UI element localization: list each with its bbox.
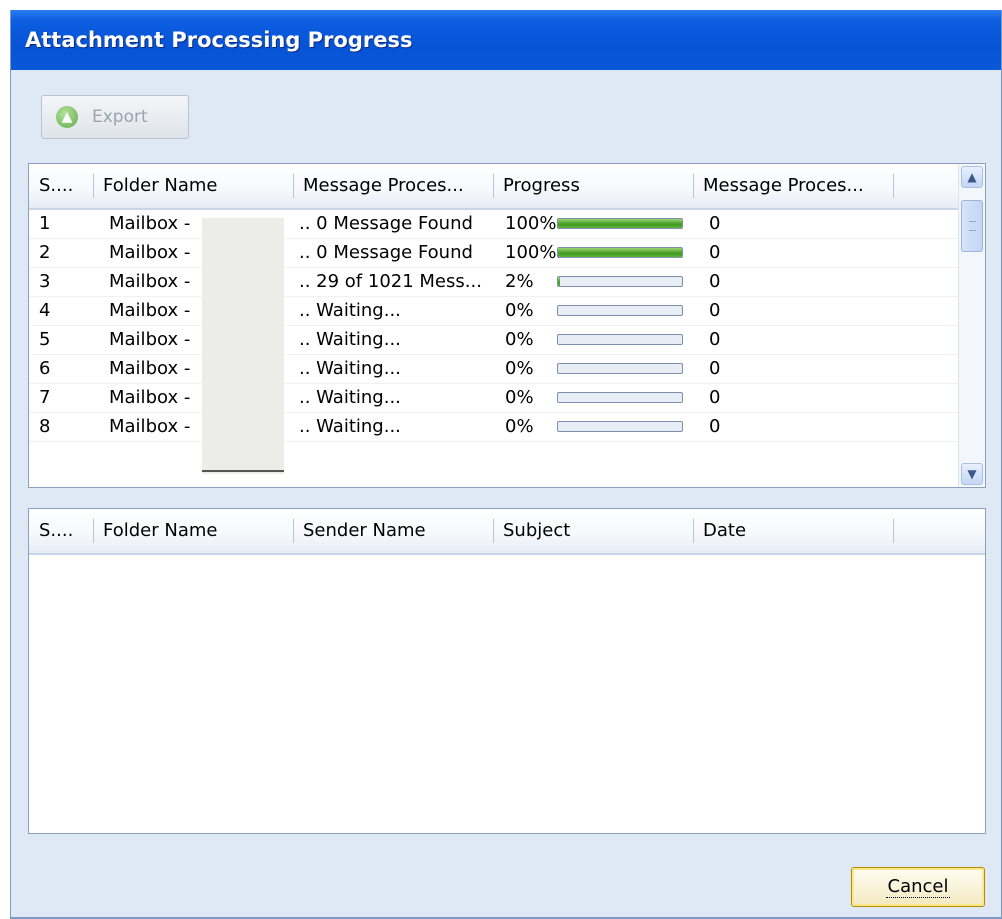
vertical-scrollbar[interactable]: ▲ ▼ bbox=[958, 164, 985, 487]
row-folder-name: Mailbox - bbox=[109, 271, 191, 292]
row-sno: 7 bbox=[39, 387, 51, 408]
row-message-count: 0 bbox=[709, 242, 721, 263]
row-percent: 0% bbox=[505, 416, 534, 437]
row-sno: 2 bbox=[39, 242, 51, 263]
redacted-underline bbox=[202, 470, 284, 472]
row-sno: 4 bbox=[39, 300, 51, 321]
row-status: .. Waiting... bbox=[299, 387, 401, 408]
table-row[interactable]: 1 Mailbox - .. 0 Message Found 100% 0 bbox=[29, 210, 959, 239]
processing-list-header: S.... Folder Name Message Proces... Prog… bbox=[29, 164, 959, 210]
progress-bar bbox=[557, 363, 683, 374]
scroll-up-icon[interactable]: ▲ bbox=[961, 166, 983, 188]
progress-bar bbox=[557, 421, 683, 432]
row-folder-name: Mailbox - bbox=[109, 387, 191, 408]
row-message-count: 0 bbox=[709, 329, 721, 350]
row-percent: 2% bbox=[505, 271, 534, 292]
row-status: .. Waiting... bbox=[299, 329, 401, 350]
progress-bar bbox=[557, 392, 683, 403]
progress-bar bbox=[557, 305, 683, 316]
row-status: .. Waiting... bbox=[299, 416, 401, 437]
column-header-folder-name[interactable]: Folder Name bbox=[93, 164, 293, 208]
cancel-button-label: Cancel bbox=[885, 876, 951, 898]
table-row[interactable]: 4 Mailbox - .. Waiting... 0% 0 bbox=[29, 297, 959, 326]
progress-bar bbox=[557, 247, 683, 258]
table-row[interactable]: 6 Mailbox - .. Waiting... 0% 0 bbox=[29, 355, 959, 384]
row-status: .. 0 Message Found bbox=[299, 242, 473, 263]
column-header-date[interactable]: Date bbox=[693, 509, 893, 553]
row-sno: 6 bbox=[39, 358, 51, 379]
row-sno: 5 bbox=[39, 329, 51, 350]
column-header-sno[interactable]: S.... bbox=[29, 509, 93, 553]
row-percent: 0% bbox=[505, 358, 534, 379]
column-header-message-process-count[interactable]: Message Proces... bbox=[693, 164, 893, 208]
progress-bar bbox=[557, 218, 683, 229]
cancel-button[interactable]: Cancel bbox=[851, 867, 985, 907]
column-header-folder-name[interactable]: Folder Name bbox=[93, 509, 293, 553]
progress-fill bbox=[558, 248, 682, 257]
row-message-count: 0 bbox=[709, 300, 721, 321]
table-row[interactable]: 2 Mailbox - .. 0 Message Found 100% 0 bbox=[29, 239, 959, 268]
progress-fill bbox=[558, 277, 561, 286]
row-percent: 100% bbox=[505, 242, 557, 263]
column-header-sender-name[interactable]: Sender Name bbox=[293, 509, 493, 553]
row-status: .. 29 of 1021 Mess... bbox=[299, 271, 482, 292]
row-folder-name: Mailbox - bbox=[109, 213, 191, 234]
row-percent: 0% bbox=[505, 387, 534, 408]
row-sno: 1 bbox=[39, 213, 51, 234]
column-divider[interactable] bbox=[893, 519, 894, 543]
row-sno: 3 bbox=[39, 271, 51, 292]
redacted-area bbox=[202, 218, 284, 474]
progress-fill bbox=[558, 219, 682, 228]
grip-icon bbox=[969, 221, 976, 231]
row-status: .. 0 Message Found bbox=[299, 213, 473, 234]
row-folder-name: Mailbox - bbox=[109, 358, 191, 379]
row-folder-name: Mailbox - bbox=[109, 329, 191, 350]
up-arrow-icon: ▲ bbox=[56, 106, 78, 128]
row-message-count: 0 bbox=[709, 358, 721, 379]
progress-bar bbox=[557, 334, 683, 345]
row-message-count: 0 bbox=[709, 416, 721, 437]
results-list[interactable]: S.... Folder Name Sender Name Subject Da… bbox=[28, 508, 986, 834]
table-row[interactable]: 5 Mailbox - .. Waiting... 0% 0 bbox=[29, 326, 959, 355]
row-message-count: 0 bbox=[709, 271, 721, 292]
column-divider[interactable] bbox=[893, 174, 894, 198]
row-folder-name: Mailbox - bbox=[109, 300, 191, 321]
progress-bar bbox=[557, 276, 683, 287]
scroll-down-icon[interactable]: ▼ bbox=[961, 463, 983, 485]
row-percent: 0% bbox=[505, 329, 534, 350]
row-percent: 100% bbox=[505, 213, 557, 234]
row-status: .. Waiting... bbox=[299, 300, 401, 321]
export-button[interactable]: ▲ Export bbox=[41, 95, 189, 139]
row-sno: 8 bbox=[39, 416, 51, 437]
table-row[interactable]: 8 Mailbox - .. Waiting... 0% 0 bbox=[29, 413, 959, 442]
results-list-header: S.... Folder Name Sender Name Subject Da… bbox=[29, 509, 985, 555]
column-header-message-process[interactable]: Message Proces... bbox=[293, 164, 493, 208]
table-row[interactable]: 3 Mailbox - .. 29 of 1021 Mess... 2% 0 bbox=[29, 268, 959, 297]
row-percent: 0% bbox=[505, 300, 534, 321]
scroll-thumb[interactable] bbox=[961, 200, 983, 252]
table-row[interactable]: 7 Mailbox - .. Waiting... 0% 0 bbox=[29, 384, 959, 413]
row-status: .. Waiting... bbox=[299, 358, 401, 379]
dialog-window: Attachment Processing Progress ▲ Export … bbox=[10, 10, 1002, 919]
row-folder-name: Mailbox - bbox=[109, 416, 191, 437]
column-header-progress[interactable]: Progress bbox=[493, 164, 693, 208]
row-folder-name: Mailbox - bbox=[109, 242, 191, 263]
row-message-count: 0 bbox=[709, 213, 721, 234]
row-message-count: 0 bbox=[709, 387, 721, 408]
dialog-title: Attachment Processing Progress bbox=[11, 10, 1001, 70]
export-button-label: Export bbox=[92, 107, 148, 127]
column-header-sno[interactable]: S.... bbox=[29, 164, 93, 208]
column-header-subject[interactable]: Subject bbox=[493, 509, 693, 553]
processing-list[interactable]: S.... Folder Name Message Proces... Prog… bbox=[28, 163, 986, 488]
